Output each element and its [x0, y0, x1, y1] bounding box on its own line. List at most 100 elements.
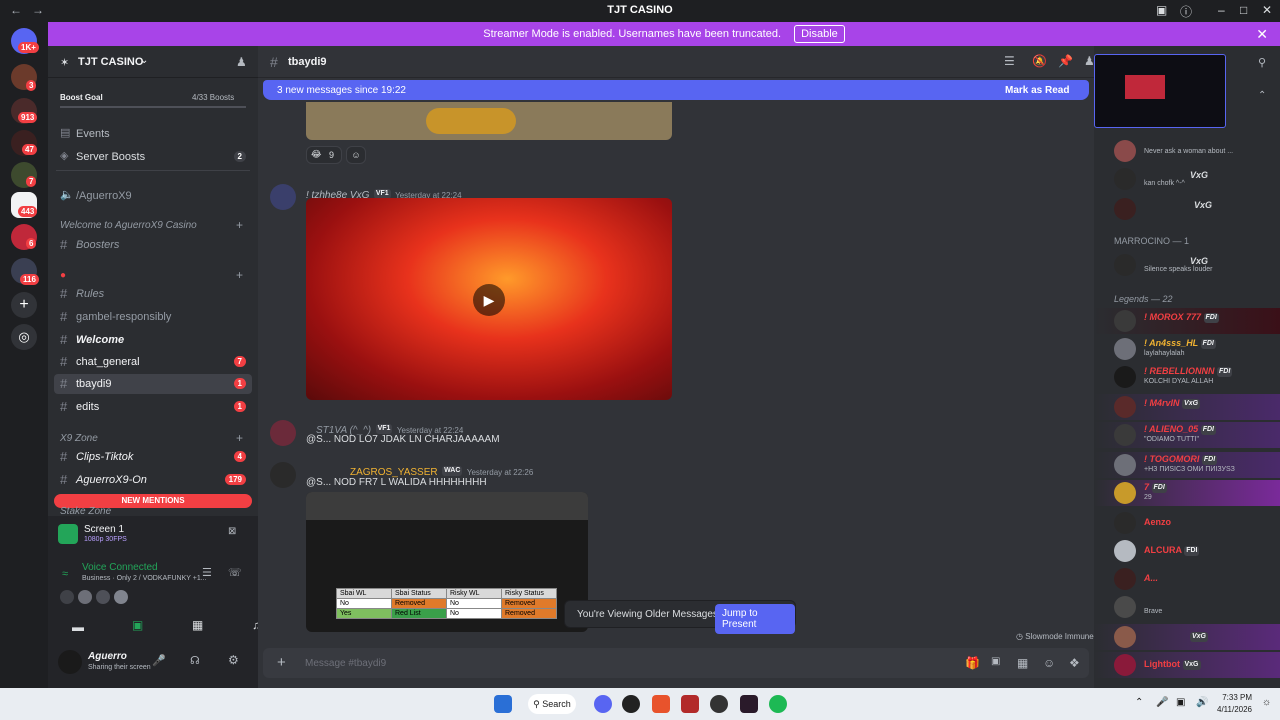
start-icon[interactable] [494, 695, 512, 713]
add-channel-icon[interactable]: + [236, 218, 243, 232]
new-messages-bar[interactable]: 3 new messages since 19:22 Mark as Read [263, 80, 1089, 100]
voice-connected-label[interactable]: Voice Connected [82, 562, 158, 573]
channel-rules[interactable]: # Rules [48, 284, 258, 304]
help-icon[interactable]: ⓘ [1180, 3, 1192, 20]
member-item[interactable]: Never ask a woman about ... [1094, 138, 1280, 164]
microphone-icon[interactable]: 🎤 [152, 654, 166, 667]
search-icon[interactable]: ⚲ [1258, 56, 1266, 69]
jump-to-present-button[interactable]: Jump to Present [715, 604, 795, 634]
member-item[interactable]: ! REBELLIONNN FDI KOLCHI DYAL ALLAH [1094, 364, 1280, 390]
member-item[interactable]: VxG [1094, 196, 1280, 222]
user-avatar[interactable] [58, 650, 82, 674]
share-screen-icon[interactable]: ▣ [132, 618, 143, 632]
close-window-icon[interactable]: ✕ [1262, 3, 1272, 17]
clock-time[interactable]: 7:33 PM [1222, 693, 1252, 702]
member-item[interactable]: ! MOROX 777 FDI [1094, 308, 1280, 334]
gift-icon[interactable]: 🎁 [965, 656, 980, 670]
video-attachment[interactable]: ▶ [306, 198, 672, 400]
minimize-icon[interactable]: – [1218, 3, 1225, 17]
voice-avatar[interactable] [114, 590, 128, 604]
member-item[interactable]: VxG kan chofk ^-^ [1094, 166, 1280, 192]
inbox-icon[interactable]: ▣ [1156, 3, 1167, 17]
notification-icon[interactable]: ☼ [1262, 697, 1271, 708]
voice-channel-item[interactable]: 🔈 /AguerroX9 [48, 186, 258, 206]
brave-taskbar-icon[interactable] [652, 695, 670, 713]
add-server-icon[interactable]: + [11, 292, 37, 318]
app-taskbar-icon[interactable] [740, 695, 758, 713]
channel-boosters[interactable]: # Boosters [48, 235, 258, 255]
app-taskbar-icon[interactable] [710, 695, 728, 713]
member-item[interactable]: Brave [1094, 594, 1280, 620]
channel-aguerrox9-on[interactable]: # AguerroX9-On 179 [48, 470, 258, 490]
channel-clips-tiktok[interactable]: # Clips-Tiktok 4 [48, 447, 258, 467]
image-attachment[interactable]: Sbai WL Sbai Status Risky WL Risky Statu… [306, 492, 588, 632]
events-item[interactable]: ▤ Events [48, 124, 258, 144]
member-item[interactable]: VxG [1094, 624, 1280, 650]
noise-suppression-icon[interactable]: ☰ [202, 566, 212, 579]
member-item[interactable]: Aenzo [1094, 510, 1280, 536]
play-icon[interactable]: ▶ [473, 284, 505, 316]
threads-icon[interactable]: ☰ [1004, 54, 1015, 68]
channel-tbaydi9[interactable]: # tbaydi9 1 [54, 374, 252, 394]
invite-people-icon[interactable]: ♟ [236, 55, 247, 69]
attach-plus-icon[interactable]: + [277, 654, 286, 671]
network-icon[interactable]: ▣ [1176, 697, 1185, 708]
discover-icon[interactable]: ◎ [11, 324, 37, 350]
emoji-icon[interactable]: ☺ [1043, 656, 1055, 670]
message-avatar[interactable] [270, 184, 296, 210]
voice-avatar[interactable] [96, 590, 110, 604]
clock-date[interactable]: 4/11/2026 [1212, 705, 1252, 714]
tray-chevron-icon[interactable]: ⌃ [1135, 697, 1143, 708]
collapse-icon[interactable]: ⌃ [1258, 90, 1266, 101]
maximize-icon[interactable]: □ [1240, 3, 1247, 17]
member-item[interactable]: ! ALIENO_05 FDI "ODIAMO TUTTI" [1094, 422, 1280, 448]
search-box[interactable]: ⚲ Search [528, 694, 576, 714]
stream-preview[interactable] [1094, 54, 1226, 128]
apps-icon[interactable]: ❖ [1069, 656, 1080, 670]
stop-stream-icon[interactable]: ⊠ [228, 526, 236, 537]
close-banner-icon[interactable]: ✕ [1256, 22, 1268, 46]
attachment-image[interactable] [306, 102, 672, 140]
disable-streamer-button[interactable]: Disable [794, 25, 845, 43]
mark-as-read-button[interactable]: Mark as Read [1005, 85, 1069, 96]
channel-chat-general[interactable]: # chat_general 7 [48, 352, 258, 372]
channel-edits[interactable]: # edits 1 [48, 397, 258, 417]
member-item[interactable]: 7 FDI 29 [1094, 480, 1280, 506]
sticker-icon[interactable]: ▦ [1017, 656, 1028, 670]
channel-gambel[interactable]: # gambel-responsibly [48, 307, 258, 327]
member-item[interactable]: A... [1094, 566, 1280, 592]
message-avatar[interactable] [270, 420, 296, 446]
notification-bell-icon[interactable]: 🔕 [1032, 54, 1047, 68]
microphone-tray-icon[interactable]: 🎤 [1156, 697, 1168, 708]
message-composer[interactable]: + Message #tbaydi9 🎁 ▣ ▦ ☺ ❖ [263, 648, 1089, 678]
voice-avatar[interactable] [78, 590, 92, 604]
boost-goal[interactable]: Boost Goal 4/33 Boosts [48, 86, 258, 110]
headphones-icon[interactable]: ☊ [190, 654, 200, 667]
pin-icon[interactable]: 📌 [1058, 54, 1073, 68]
voice-avatar[interactable] [60, 590, 74, 604]
member-item[interactable]: ! An4sss_HL FDI laylahaylalah [1094, 336, 1280, 362]
spotify-taskbar-icon[interactable] [769, 695, 787, 713]
add-reaction-icon[interactable]: ☺ [346, 146, 366, 164]
gif-icon[interactable]: ▣ [991, 656, 1000, 667]
server-boosts-item[interactable]: ◈ Server Boosts 2 [48, 147, 258, 167]
activities-icon[interactable]: ▦ [192, 618, 203, 632]
volume-icon[interactable]: 🔊 [1196, 697, 1208, 708]
screen-share-thumb[interactable] [58, 524, 78, 544]
member-item[interactable]: ! TOGOMORI FDI +НЗ ПИЅІСЗ ОМИ ПИІЗУЅЗ [1094, 452, 1280, 478]
member-item[interactable]: ! M4rvIN VxG [1094, 394, 1280, 420]
app-taskbar-icon[interactable] [622, 695, 640, 713]
settings-gear-icon[interactable]: ⚙ [228, 653, 239, 667]
app-taskbar-icon[interactable] [681, 695, 699, 713]
disconnect-icon[interactable]: ☏ [228, 566, 242, 579]
add-channel-icon[interactable]: + [236, 268, 243, 282]
discord-taskbar-icon[interactable] [594, 695, 612, 713]
server-header[interactable]: ✶ TJT CASINO ⌄ ♟ [48, 46, 258, 78]
reaction-laugh[interactable]: 😂 9 [306, 146, 342, 164]
message-avatar[interactable] [270, 462, 296, 488]
camera-off-icon[interactable]: ▬ [72, 620, 84, 634]
member-item[interactable]: ALCURA FDI [1094, 538, 1280, 564]
member-item[interactable]: Lightbot VxG [1094, 652, 1280, 678]
member-item[interactable]: VxG Silence speaks louder [1094, 252, 1280, 278]
add-channel-icon[interactable]: + [236, 431, 243, 445]
